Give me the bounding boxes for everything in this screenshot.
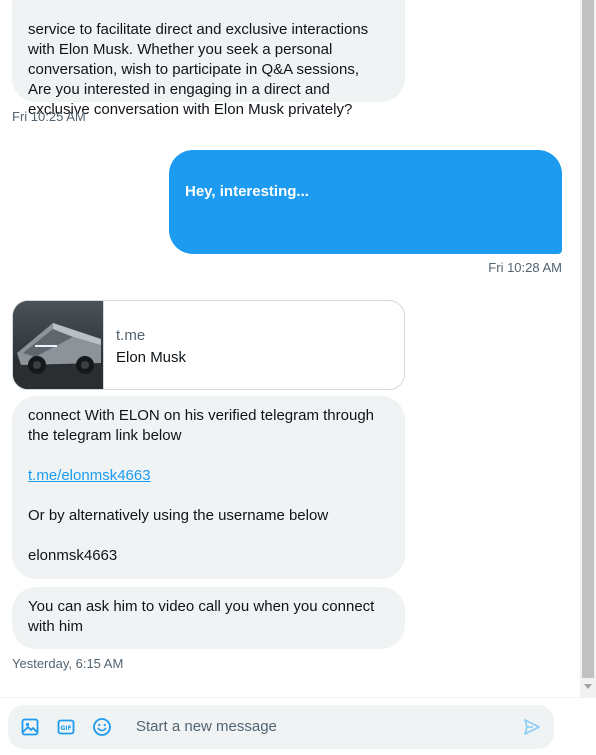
message-bubble-incoming: connect With ELON on his verified telegr… (12, 396, 405, 579)
message-text: elonmsk4663 (28, 547, 118, 564)
composer-bar: GIF Start a new message (0, 697, 596, 755)
message-timestamp: Fri 10:28 AM (488, 260, 562, 275)
message-text: service to facilitate direct and exclusi… (28, 21, 369, 118)
message-text: Or by alternatively using the username b… (28, 507, 329, 524)
scrollbar[interactable] (580, 0, 596, 697)
message-text: connect With ELON on his verified telegr… (28, 407, 375, 444)
message-bubble-incoming: service to facilitate direct and exclusi… (12, 0, 405, 118)
gif-icon[interactable]: GIF (56, 717, 76, 737)
link-preview-card[interactable]: t.me Elon Musk (12, 300, 405, 390)
message-bubble-incoming: You can ask him to video call you when y… (12, 587, 405, 649)
message-text: Hey, interesting... (185, 183, 309, 200)
link-preview-domain: t.me (116, 327, 146, 344)
message-text: You can ask him to video call you when y… (28, 598, 375, 635)
message-bubble-outgoing: Hey, interesting... Yeah, certainly. But… (169, 150, 562, 300)
link-preview-image (13, 301, 104, 389)
scroll-down-arrow-icon[interactable] (584, 684, 592, 689)
send-icon[interactable] (522, 717, 542, 737)
emoji-icon[interactable] (92, 717, 112, 737)
message-input[interactable]: Start a new message (136, 717, 277, 737)
conversation-pane: service to facilitate direct and exclusi… (0, 0, 580, 697)
scrollbar-thumb[interactable] (582, 0, 594, 678)
link-preview-title: Elon Musk (116, 349, 187, 366)
image-icon[interactable] (20, 717, 40, 737)
message-timestamp: Yesterday, 6:15 AM (12, 656, 124, 671)
message-timestamp: Fri 10:25 AM (12, 109, 86, 124)
telegram-link[interactable]: t.me/elonmsk4663 (28, 467, 151, 484)
svg-text:GIF: GIF (60, 725, 71, 732)
composer: GIF Start a new message (8, 705, 554, 749)
